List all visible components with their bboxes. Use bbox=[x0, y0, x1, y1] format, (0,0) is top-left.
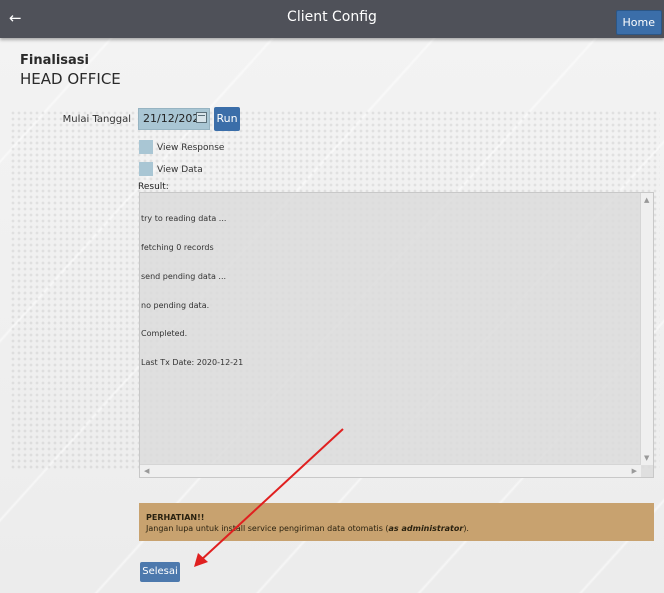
page-title: HEAD OFFICE bbox=[20, 70, 121, 88]
view-data-label: View Data bbox=[157, 165, 203, 175]
result-line: no pending data. bbox=[141, 300, 210, 310]
run-button[interactable]: Run bbox=[214, 107, 240, 131]
top-bar: ← Client Config Home bbox=[0, 0, 664, 38]
scroll-up-icon[interactable]: ▲ bbox=[644, 196, 649, 204]
home-button[interactable]: Home bbox=[615, 10, 662, 35]
date-label: Mulai Tanggal bbox=[62, 114, 131, 125]
page-subtitle: Finalisasi bbox=[20, 53, 89, 68]
result-line: try to reading data ... bbox=[141, 214, 227, 224]
vertical-scrollbar[interactable]: ▲ ▼ bbox=[640, 193, 653, 465]
selesai-button[interactable]: Selesai bbox=[140, 562, 180, 582]
result-line: send pending data ... bbox=[141, 271, 227, 281]
horizontal-scrollbar[interactable]: ◀ ▶ bbox=[140, 464, 641, 477]
calendar-icon[interactable] bbox=[196, 112, 207, 123]
result-output: try to reading data ... fetching 0 recor… bbox=[141, 195, 243, 387]
warning-box: PERHATIAN!! Jangan lupa untuk install se… bbox=[139, 503, 654, 541]
result-textarea[interactable]: try to reading data ... fetching 0 recor… bbox=[139, 192, 654, 478]
view-response-label: View Response bbox=[157, 143, 225, 153]
result-line: Completed. bbox=[141, 329, 188, 339]
app-title: Client Config bbox=[287, 9, 377, 25]
warning-text: Jangan lupa untuk install service pengir… bbox=[146, 524, 469, 533]
view-data-checkbox[interactable] bbox=[139, 162, 153, 176]
result-label: Result: bbox=[138, 182, 169, 192]
scroll-left-icon[interactable]: ◀ bbox=[144, 467, 149, 475]
result-line: fetching 0 records bbox=[141, 242, 214, 252]
scroll-right-icon[interactable]: ▶ bbox=[632, 467, 637, 475]
warning-title: PERHATIAN!! bbox=[146, 513, 205, 522]
scroll-down-icon[interactable]: ▼ bbox=[644, 454, 649, 462]
warning-emphasis: as administrator bbox=[388, 524, 464, 533]
result-line: Last Tx Date: 2020-12-21 bbox=[141, 358, 244, 368]
view-response-checkbox[interactable] bbox=[139, 140, 153, 154]
